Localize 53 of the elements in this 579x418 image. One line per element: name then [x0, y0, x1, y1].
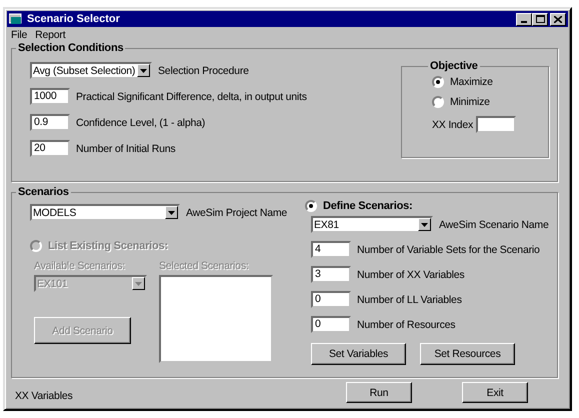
field-label: Practical Significant Difference, delta, in output units [76, 90, 307, 102]
close-icon [554, 16, 562, 22]
project-dropdown[interactable]: MODELS [30, 204, 180, 221]
menu-item[interactable]: File [11, 28, 28, 40]
field-label: Number of XX Variables [357, 268, 464, 280]
field-label: Selection Procedure [158, 64, 249, 76]
field-label: XX Index [432, 118, 474, 130]
minimize-button[interactable] [516, 12, 532, 26]
action-button[interactable]: Set Variables [311, 343, 406, 365]
dialog-button[interactable]: Run [346, 382, 412, 403]
field-label: AweSim Scenario Name [439, 218, 549, 230]
action-button[interactable]: Set Resources [420, 343, 515, 365]
field-label: Number of LL Variables [357, 294, 462, 306]
option-label: Maximize [450, 76, 493, 88]
status-text: XX Variables [15, 390, 73, 402]
group-title: Selection Conditions [17, 42, 124, 54]
field-label: Number of Resources [357, 318, 456, 330]
procedure-dropdown[interactable]: Avg (Subset Selection) [30, 62, 152, 79]
maximize-icon [536, 15, 544, 23]
field-label: AweSim Project Name [186, 206, 288, 218]
input-field[interactable]: 4 [311, 241, 351, 258]
window-title: Scenario Selector [27, 13, 120, 25]
input-field[interactable]: 0 [311, 316, 351, 333]
radio-button[interactable] [432, 96, 444, 108]
maximize-button[interactable] [532, 12, 548, 26]
input-field[interactable]: 1000 [30, 88, 70, 105]
input-field[interactable]: 20 [30, 140, 70, 157]
field-label: Available Scenarios: [34, 260, 126, 272]
input-field[interactable]: 3 [311, 266, 351, 283]
option-label: Define Scenarios: [323, 200, 413, 212]
menu-item[interactable]: Report [35, 28, 66, 40]
input-field[interactable]: 0 [311, 291, 351, 308]
caret-icon [421, 222, 428, 226]
field-label: Selected Scenarios: [159, 260, 250, 272]
app-icon [9, 13, 23, 25]
scenario-dropdown[interactable]: EX81 [311, 216, 433, 233]
radio-button[interactable] [432, 76, 444, 88]
field-label: Number of Variable Sets for the Scenario [357, 244, 540, 256]
list-box[interactable] [159, 275, 273, 363]
group-title: Objective [429, 60, 479, 72]
group-title: Scenarios [17, 186, 70, 198]
input-field[interactable]: 0.9 [30, 114, 70, 131]
dialog-button[interactable]: Exit [462, 382, 528, 403]
close-button[interactable] [550, 12, 566, 26]
index-input-field[interactable] [476, 116, 516, 133]
caret-icon [140, 68, 147, 72]
field-label: Number of Initial Runs [76, 142, 176, 154]
caret-icon [135, 282, 142, 286]
radio-button[interactable] [305, 200, 317, 212]
option-label: List Existing Scenarios: [48, 240, 168, 252]
field-label: Confidence Level, (1 - alpha) [76, 116, 206, 128]
caret-icon [168, 210, 175, 214]
option-label: Minimize [450, 96, 490, 108]
